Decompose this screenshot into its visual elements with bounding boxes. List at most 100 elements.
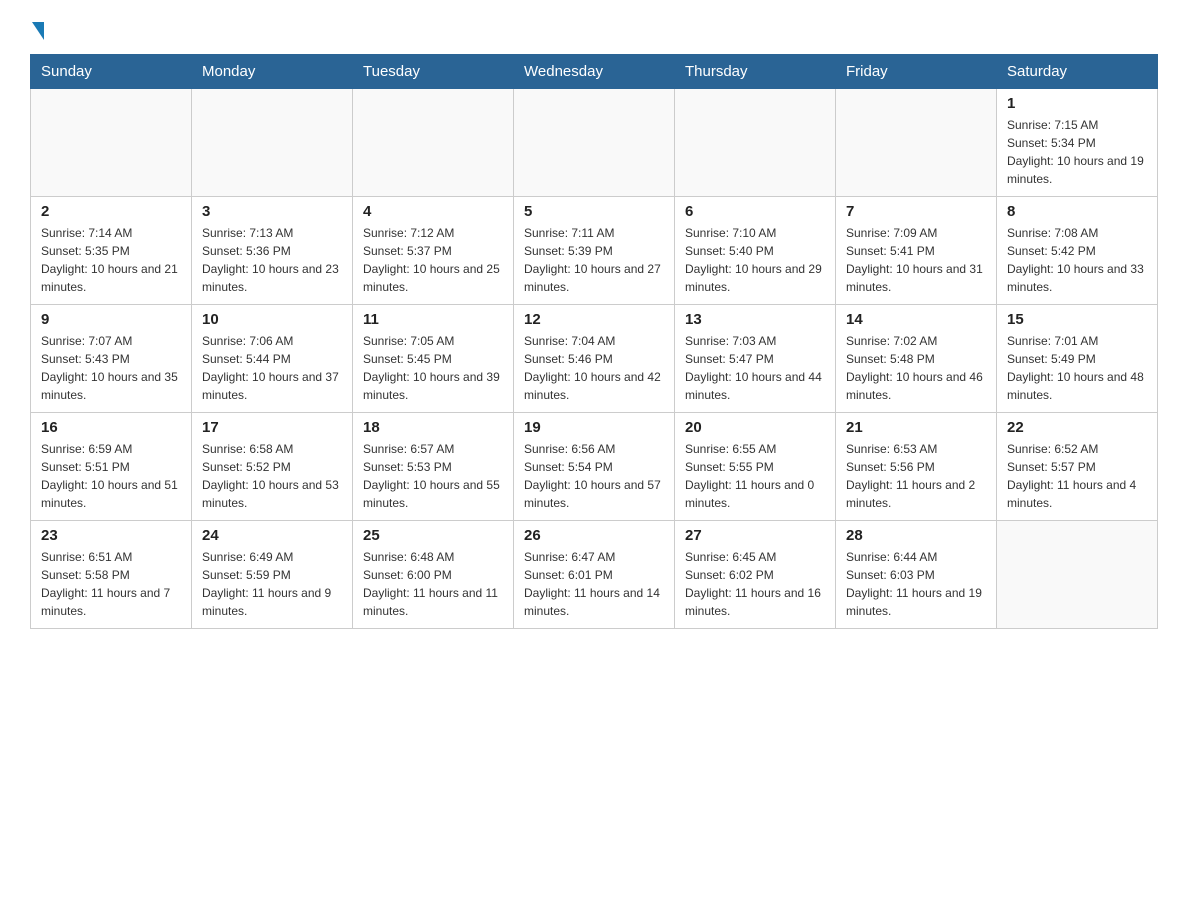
day-of-week-header: Monday <box>192 55 353 89</box>
day-number: 22 <box>1007 419 1147 436</box>
calendar-day-cell: 12 Sunrise: 7:04 AM Sunset: 5:46 PM Dayli… <box>514 305 675 413</box>
calendar-day-cell: 10 Sunrise: 7:06 AM Sunset: 5:44 PM Dayli… <box>192 305 353 413</box>
calendar-day-cell: 15 Sunrise: 7:01 AM Sunset: 5:49 PM Dayli… <box>997 305 1158 413</box>
day-info: Sunrise: 7:11 AM Sunset: 5:39 PM Dayligh… <box>524 224 664 296</box>
calendar-day-cell <box>192 89 353 197</box>
day-number: 23 <box>41 527 181 544</box>
day-number: 8 <box>1007 203 1147 220</box>
day-number: 25 <box>363 527 503 544</box>
day-info: Sunrise: 6:57 AM Sunset: 5:53 PM Dayligh… <box>363 440 503 512</box>
day-number: 21 <box>846 419 986 436</box>
day-info: Sunrise: 6:47 AM Sunset: 6:01 PM Dayligh… <box>524 548 664 620</box>
day-info: Sunrise: 6:52 AM Sunset: 5:57 PM Dayligh… <box>1007 440 1147 512</box>
calendar-day-cell: 21 Sunrise: 6:53 AM Sunset: 5:56 PM Dayli… <box>836 413 997 521</box>
day-info: Sunrise: 6:45 AM Sunset: 6:02 PM Dayligh… <box>685 548 825 620</box>
day-info: Sunrise: 7:13 AM Sunset: 5:36 PM Dayligh… <box>202 224 342 296</box>
logo-arrow-icon <box>32 22 44 40</box>
day-number: 3 <box>202 203 342 220</box>
day-number: 20 <box>685 419 825 436</box>
day-info: Sunrise: 6:44 AM Sunset: 6:03 PM Dayligh… <box>846 548 986 620</box>
day-number: 16 <box>41 419 181 436</box>
day-info: Sunrise: 6:58 AM Sunset: 5:52 PM Dayligh… <box>202 440 342 512</box>
calendar-day-cell: 1 Sunrise: 7:15 AM Sunset: 5:34 PM Daylig… <box>997 89 1158 197</box>
day-info: Sunrise: 6:51 AM Sunset: 5:58 PM Dayligh… <box>41 548 181 620</box>
calendar-day-cell <box>836 89 997 197</box>
calendar-day-cell: 22 Sunrise: 6:52 AM Sunset: 5:57 PM Dayli… <box>997 413 1158 521</box>
day-info: Sunrise: 6:56 AM Sunset: 5:54 PM Dayligh… <box>524 440 664 512</box>
calendar-day-cell: 23 Sunrise: 6:51 AM Sunset: 5:58 PM Dayli… <box>31 521 192 629</box>
day-of-week-header: Tuesday <box>353 55 514 89</box>
calendar-day-cell: 18 Sunrise: 6:57 AM Sunset: 5:53 PM Dayli… <box>353 413 514 521</box>
day-number: 15 <box>1007 311 1147 328</box>
day-number: 28 <box>846 527 986 544</box>
calendar-day-cell: 25 Sunrise: 6:48 AM Sunset: 6:00 PM Dayli… <box>353 521 514 629</box>
day-info: Sunrise: 6:55 AM Sunset: 5:55 PM Dayligh… <box>685 440 825 512</box>
calendar-week-row: 2 Sunrise: 7:14 AM Sunset: 5:35 PM Daylig… <box>31 197 1158 305</box>
calendar-day-cell: 20 Sunrise: 6:55 AM Sunset: 5:55 PM Dayli… <box>675 413 836 521</box>
calendar-day-cell: 28 Sunrise: 6:44 AM Sunset: 6:03 PM Dayli… <box>836 521 997 629</box>
calendar-day-cell <box>353 89 514 197</box>
day-info: Sunrise: 7:15 AM Sunset: 5:34 PM Dayligh… <box>1007 116 1147 188</box>
day-info: Sunrise: 6:49 AM Sunset: 5:59 PM Dayligh… <box>202 548 342 620</box>
day-info: Sunrise: 6:53 AM Sunset: 5:56 PM Dayligh… <box>846 440 986 512</box>
calendar-day-cell: 26 Sunrise: 6:47 AM Sunset: 6:01 PM Dayli… <box>514 521 675 629</box>
day-number: 27 <box>685 527 825 544</box>
calendar-week-row: 9Sunrise: 7:07 AM Sunset: 5:43 PM Daylig… <box>31 305 1158 413</box>
calendar-day-cell: 9Sunrise: 7:07 AM Sunset: 5:43 PM Daylig… <box>31 305 192 413</box>
day-number: 14 <box>846 311 986 328</box>
day-number: 4 <box>363 203 503 220</box>
day-number: 26 <box>524 527 664 544</box>
calendar-day-cell: 14 Sunrise: 7:02 AM Sunset: 5:48 PM Dayli… <box>836 305 997 413</box>
day-number: 2 <box>41 203 181 220</box>
day-number: 9 <box>41 311 181 328</box>
calendar-day-cell: 16 Sunrise: 6:59 AM Sunset: 5:51 PM Dayli… <box>31 413 192 521</box>
day-info: Sunrise: 6:48 AM Sunset: 6:00 PM Dayligh… <box>363 548 503 620</box>
day-info: Sunrise: 7:03 AM Sunset: 5:47 PM Dayligh… <box>685 332 825 404</box>
day-number: 13 <box>685 311 825 328</box>
logo <box>30 20 46 38</box>
day-info: Sunrise: 7:14 AM Sunset: 5:35 PM Dayligh… <box>41 224 181 296</box>
day-number: 6 <box>685 203 825 220</box>
day-number: 12 <box>524 311 664 328</box>
day-number: 17 <box>202 419 342 436</box>
day-info: Sunrise: 7:06 AM Sunset: 5:44 PM Dayligh… <box>202 332 342 404</box>
day-number: 24 <box>202 527 342 544</box>
page-header <box>30 20 1158 38</box>
day-of-week-header: Sunday <box>31 55 192 89</box>
calendar-header-row: SundayMondayTuesdayWednesdayThursdayFrid… <box>31 55 1158 89</box>
calendar-day-cell: 17 Sunrise: 6:58 AM Sunset: 5:52 PM Dayli… <box>192 413 353 521</box>
day-number: 7 <box>846 203 986 220</box>
day-info: Sunrise: 7:04 AM Sunset: 5:46 PM Dayligh… <box>524 332 664 404</box>
calendar-week-row: 16 Sunrise: 6:59 AM Sunset: 5:51 PM Dayli… <box>31 413 1158 521</box>
calendar-day-cell: 11 Sunrise: 7:05 AM Sunset: 5:45 PM Dayli… <box>353 305 514 413</box>
day-info: Sunrise: 7:02 AM Sunset: 5:48 PM Dayligh… <box>846 332 986 404</box>
calendar-day-cell: 5Sunrise: 7:11 AM Sunset: 5:39 PM Daylig… <box>514 197 675 305</box>
calendar-week-row: 1 Sunrise: 7:15 AM Sunset: 5:34 PM Daylig… <box>31 89 1158 197</box>
day-number: 1 <box>1007 95 1147 112</box>
calendar-day-cell <box>675 89 836 197</box>
calendar-table: SundayMondayTuesdayWednesdayThursdayFrid… <box>30 54 1158 629</box>
day-of-week-header: Thursday <box>675 55 836 89</box>
calendar-day-cell <box>514 89 675 197</box>
calendar-day-cell: 6Sunrise: 7:10 AM Sunset: 5:40 PM Daylig… <box>675 197 836 305</box>
day-info: Sunrise: 7:01 AM Sunset: 5:49 PM Dayligh… <box>1007 332 1147 404</box>
calendar-day-cell: 24 Sunrise: 6:49 AM Sunset: 5:59 PM Dayli… <box>192 521 353 629</box>
day-number: 11 <box>363 311 503 328</box>
calendar-week-row: 23 Sunrise: 6:51 AM Sunset: 5:58 PM Dayli… <box>31 521 1158 629</box>
calendar-day-cell: 2 Sunrise: 7:14 AM Sunset: 5:35 PM Daylig… <box>31 197 192 305</box>
day-info: Sunrise: 7:09 AM Sunset: 5:41 PM Dayligh… <box>846 224 986 296</box>
day-info: Sunrise: 6:59 AM Sunset: 5:51 PM Dayligh… <box>41 440 181 512</box>
day-of-week-header: Friday <box>836 55 997 89</box>
day-number: 18 <box>363 419 503 436</box>
calendar-day-cell: 19 Sunrise: 6:56 AM Sunset: 5:54 PM Dayli… <box>514 413 675 521</box>
day-number: 10 <box>202 311 342 328</box>
calendar-day-cell: 13 Sunrise: 7:03 AM Sunset: 5:47 PM Dayli… <box>675 305 836 413</box>
day-info: Sunrise: 7:12 AM Sunset: 5:37 PM Dayligh… <box>363 224 503 296</box>
calendar-day-cell: 8 Sunrise: 7:08 AM Sunset: 5:42 PM Daylig… <box>997 197 1158 305</box>
day-of-week-header: Wednesday <box>514 55 675 89</box>
day-info: Sunrise: 7:08 AM Sunset: 5:42 PM Dayligh… <box>1007 224 1147 296</box>
day-info: Sunrise: 7:05 AM Sunset: 5:45 PM Dayligh… <box>363 332 503 404</box>
calendar-day-cell: 7 Sunrise: 7:09 AM Sunset: 5:41 PM Daylig… <box>836 197 997 305</box>
day-number: 19 <box>524 419 664 436</box>
calendar-day-cell: 27 Sunrise: 6:45 AM Sunset: 6:02 PM Dayli… <box>675 521 836 629</box>
